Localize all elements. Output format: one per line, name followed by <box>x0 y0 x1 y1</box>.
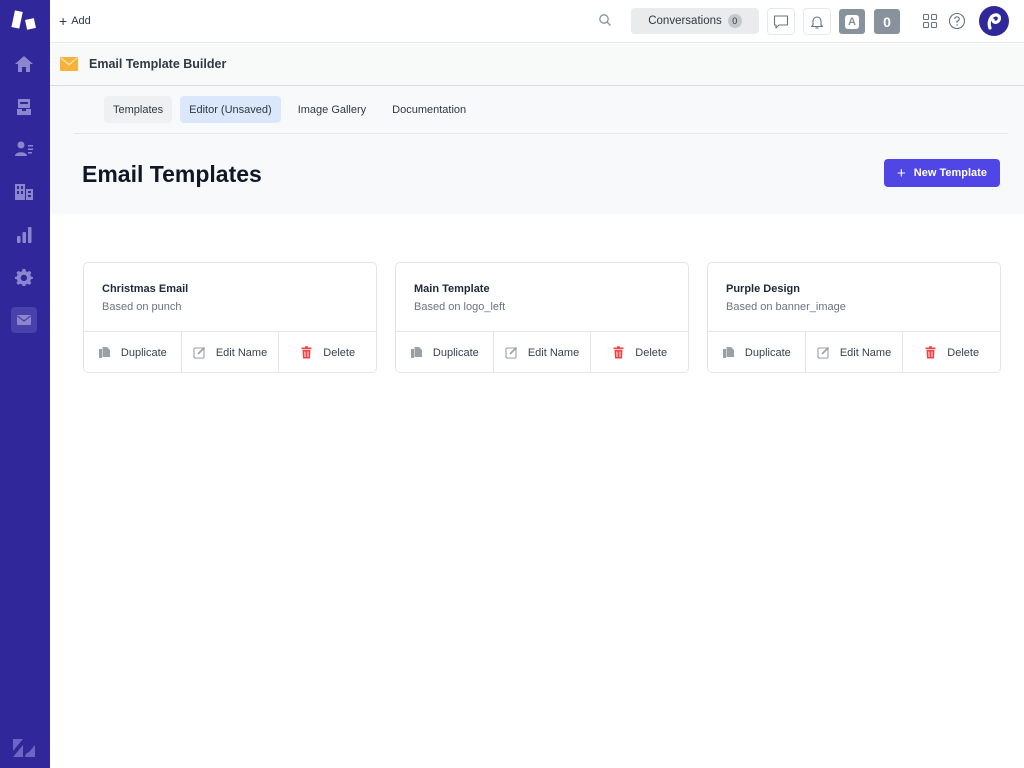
template-base: Based on punch <box>102 301 182 313</box>
sidebar-item-email-template-builder[interactable] <box>11 307 37 333</box>
plus-icon: + <box>897 164 906 182</box>
template-card-2: Main Template Based on logo_left Duplica… <box>395 262 689 373</box>
sidebar-item-views[interactable] <box>11 94 37 120</box>
trash-icon <box>301 346 312 359</box>
sidebar-item-customers[interactable] <box>11 136 37 162</box>
zendesk-logo-icon[interactable] <box>12 738 36 758</box>
template-card-3: Purple Design Based on banner_image Dupl… <box>707 262 1001 373</box>
template-actions: Duplicate Edit Name Delete <box>708 331 1000 373</box>
trash-icon <box>925 346 936 359</box>
template-base: Based on banner_image <box>726 301 846 313</box>
template-name: Purple Design <box>726 283 800 295</box>
edit-icon <box>817 346 829 359</box>
template-name: Christmas Email <box>102 283 189 295</box>
edit-name-button[interactable]: Edit Name <box>182 332 280 373</box>
tab-divider <box>74 133 1008 134</box>
chat-bubble-icon <box>773 14 789 29</box>
conversations-count-badge: 0 <box>727 14 742 28</box>
app-logo-icon[interactable] <box>11 10 39 32</box>
avatar-logo-icon <box>987 13 1002 30</box>
sidebar <box>0 0 50 768</box>
delete-label: Delete <box>323 346 356 359</box>
page-title: Email Templates <box>82 161 262 187</box>
template-base: Based on logo_left <box>414 301 506 313</box>
search-icon[interactable] <box>598 13 612 27</box>
duplicate-icon <box>410 347 422 358</box>
duplicate-icon <box>722 347 734 358</box>
delete-label: Delete <box>635 346 668 359</box>
edit-name-button[interactable]: Edit Name <box>494 332 592 373</box>
agent-status-zero-button[interactable]: 0 <box>874 9 900 34</box>
conversations-label: Conversations <box>648 15 722 27</box>
delete-button[interactable]: Delete <box>903 332 1000 373</box>
template-actions: Duplicate Edit Name Delete <box>84 331 376 373</box>
tab-image-gallery[interactable]: Image Gallery <box>289 96 375 123</box>
template-card-1: Christmas Email Based on punch Duplicate… <box>83 262 377 373</box>
contacts-icon <box>15 141 33 156</box>
edit-name-label: Edit Name <box>527 346 580 359</box>
delete-button[interactable]: Delete <box>279 332 376 373</box>
agent-status-a-label: A <box>845 14 859 29</box>
plus-icon: + <box>59 13 68 29</box>
home-icon <box>15 56 33 72</box>
new-template-button[interactable]: + New Template <box>884 159 1000 187</box>
email-app-icon <box>60 57 78 71</box>
inbox-icon <box>17 99 31 115</box>
duplicate-label: Duplicate <box>120 346 167 359</box>
app-header: Email Template Builder <box>50 44 1024 86</box>
tab-bar: Templates Editor (Unsaved) Image Gallery… <box>104 96 475 123</box>
duplicate-label: Duplicate <box>744 346 791 359</box>
help-icon[interactable] <box>948 12 966 30</box>
duplicate-button[interactable]: Duplicate <box>396 332 494 373</box>
template-actions: Duplicate Edit Name Delete <box>396 331 688 373</box>
delete-label: Delete <box>947 346 980 359</box>
duplicate-label: Duplicate <box>432 346 479 359</box>
bar-chart-icon <box>17 227 32 243</box>
notifications-button[interactable] <box>803 8 831 35</box>
conversations-button[interactable]: Conversations 0 <box>631 8 759 34</box>
new-template-label: New Template <box>913 167 987 179</box>
edit-name-button[interactable]: Edit Name <box>806 332 904 373</box>
tab-documentation[interactable]: Documentation <box>383 96 475 123</box>
duplicate-icon <box>98 347 110 358</box>
app-title: Email Template Builder <box>89 57 227 71</box>
tab-editor[interactable]: Editor (Unsaved) <box>180 96 281 123</box>
sidebar-item-admin[interactable] <box>11 265 37 291</box>
edit-icon <box>505 346 517 359</box>
mail-icon <box>17 315 31 325</box>
agent-status-zero-label: 0 <box>883 13 891 30</box>
sidebar-item-reporting[interactable] <box>11 222 37 248</box>
user-avatar[interactable] <box>979 6 1009 36</box>
edit-icon <box>193 346 205 359</box>
product-tray-grid-icon[interactable] <box>921 12 939 30</box>
edit-name-label: Edit Name <box>839 346 892 359</box>
template-name: Main Template <box>414 283 490 295</box>
sidebar-item-home[interactable] <box>11 51 37 77</box>
gear-icon <box>14 268 33 286</box>
trash-icon <box>613 346 624 359</box>
duplicate-button[interactable]: Duplicate <box>708 332 806 373</box>
add-button[interactable]: + Add <box>59 12 91 30</box>
bell-icon <box>810 15 824 29</box>
tab-templates[interactable]: Templates <box>104 96 173 123</box>
add-label: Add <box>71 15 91 27</box>
agent-status-a-button[interactable]: A <box>839 9 865 34</box>
main-header-section: Templates Editor (Unsaved) Image Gallery… <box>50 86 1024 214</box>
duplicate-button[interactable]: Duplicate <box>84 332 182 373</box>
chat-button[interactable] <box>767 8 795 35</box>
building-icon <box>15 184 33 200</box>
delete-button[interactable]: Delete <box>591 332 688 373</box>
top-bar: + Add Conversations 0 A 0 <box>50 0 1024 43</box>
sidebar-item-organizations[interactable] <box>11 179 37 205</box>
edit-name-label: Edit Name <box>215 346 268 359</box>
